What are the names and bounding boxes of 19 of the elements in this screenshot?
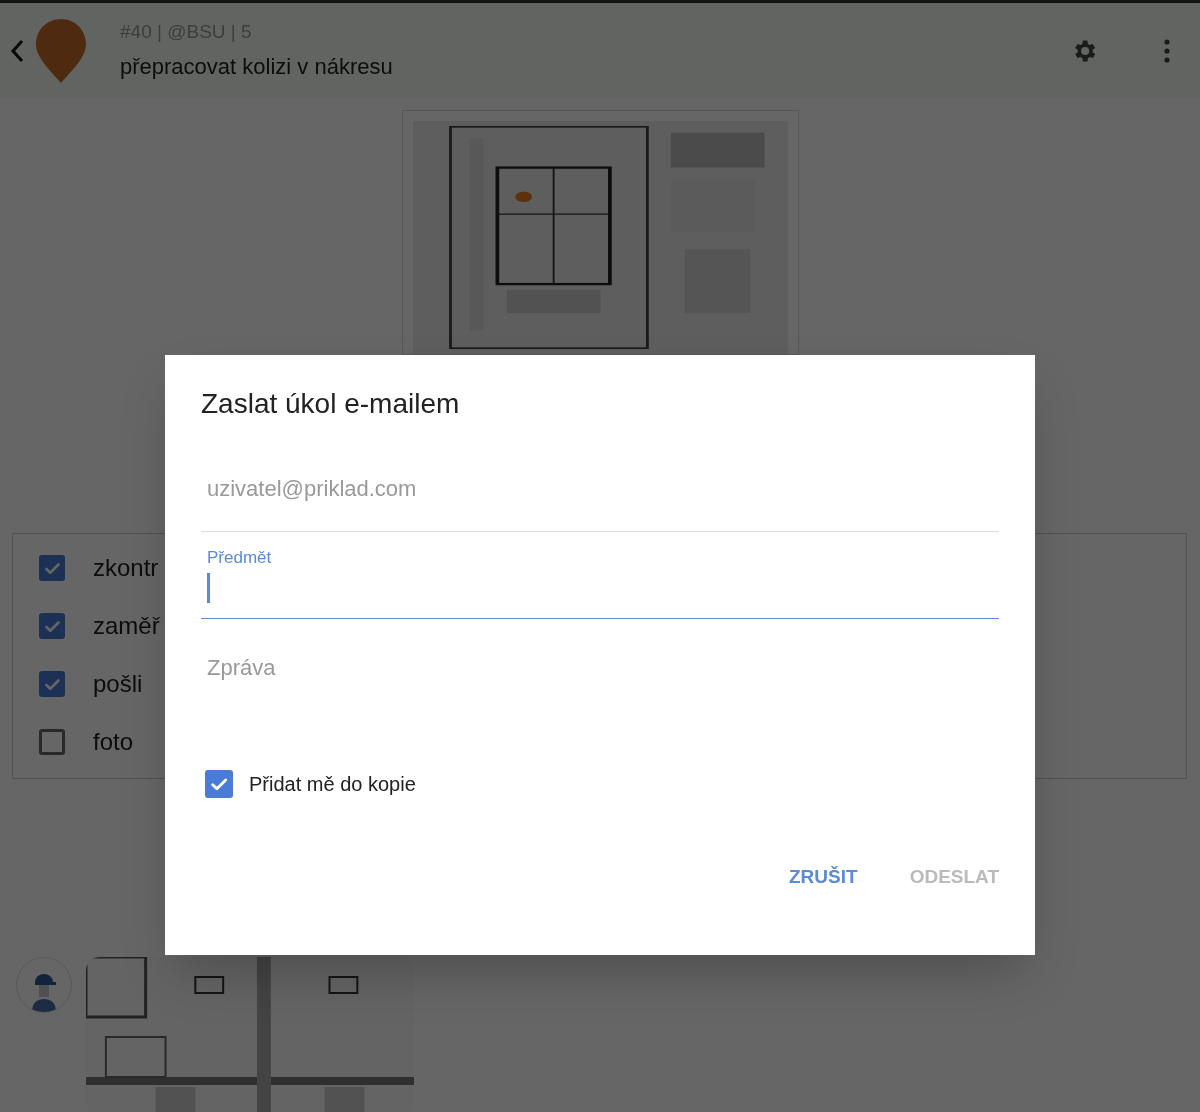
more-icon[interactable] xyxy=(1164,38,1170,63)
dialog-title: Zaslat úkol e-mailem xyxy=(201,387,461,421)
checklist-label: foto xyxy=(93,727,134,757)
checklist-label: zkontr xyxy=(93,553,159,583)
back-icon[interactable] xyxy=(10,38,24,63)
checkbox[interactable] xyxy=(39,613,65,639)
checklist-label: pošli xyxy=(93,669,143,699)
checkbox[interactable] xyxy=(39,729,65,755)
subject-field[interactable]: Předmět xyxy=(201,532,999,619)
checkbox-label: Přidat mě do kopie xyxy=(249,772,416,797)
message-field[interactable]: Zpráva xyxy=(201,619,999,749)
checkbox[interactable] xyxy=(39,555,65,581)
cancel-button[interactable]: ZRUŠIT xyxy=(773,855,874,900)
email-field[interactable]: uzivatel@priklad.com xyxy=(207,471,993,505)
checkbox[interactable] xyxy=(39,671,65,697)
task-title: přepracovat kolizi v nákresu xyxy=(120,53,393,82)
map-pin-icon xyxy=(36,18,86,83)
checkbox[interactable] xyxy=(205,770,233,798)
checklist-label: zaměř xyxy=(93,611,160,641)
